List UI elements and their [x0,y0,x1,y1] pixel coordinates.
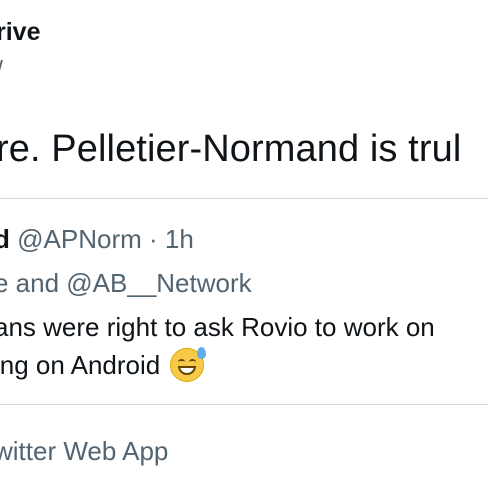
tweet-detail-view: rive / re. Pelletier-Normand is trul d @… [0,0,488,488]
quoted-text-line-2-text: ing on Android [0,349,161,380]
divider-bottom [0,404,488,405]
author-name[interactable]: rive [0,18,40,47]
quoted-text-line-1: ans were right to ask Rovio to work on [0,312,435,342]
quoted-author-name[interactable]: d [0,224,10,254]
source-app-label[interactable]: witter Web App [0,436,168,467]
divider-top [0,198,488,199]
quoted-tweet-header[interactable]: d @APNorm · 1h [0,224,194,255]
quoted-author-handle[interactable]: @APNorm [17,224,142,254]
dot-separator: · [149,224,158,254]
quoted-text-line-2: ing on Android [0,347,207,382]
tweet-text: re. Pelletier-Normand is trul [0,128,462,170]
quoted-timestamp[interactable]: 1h [165,224,194,254]
replying-to[interactable]: e and @AB__Network [0,268,252,299]
grinning-face-with-sweat-icon [170,347,207,382]
author-handle[interactable]: / [0,56,3,85]
